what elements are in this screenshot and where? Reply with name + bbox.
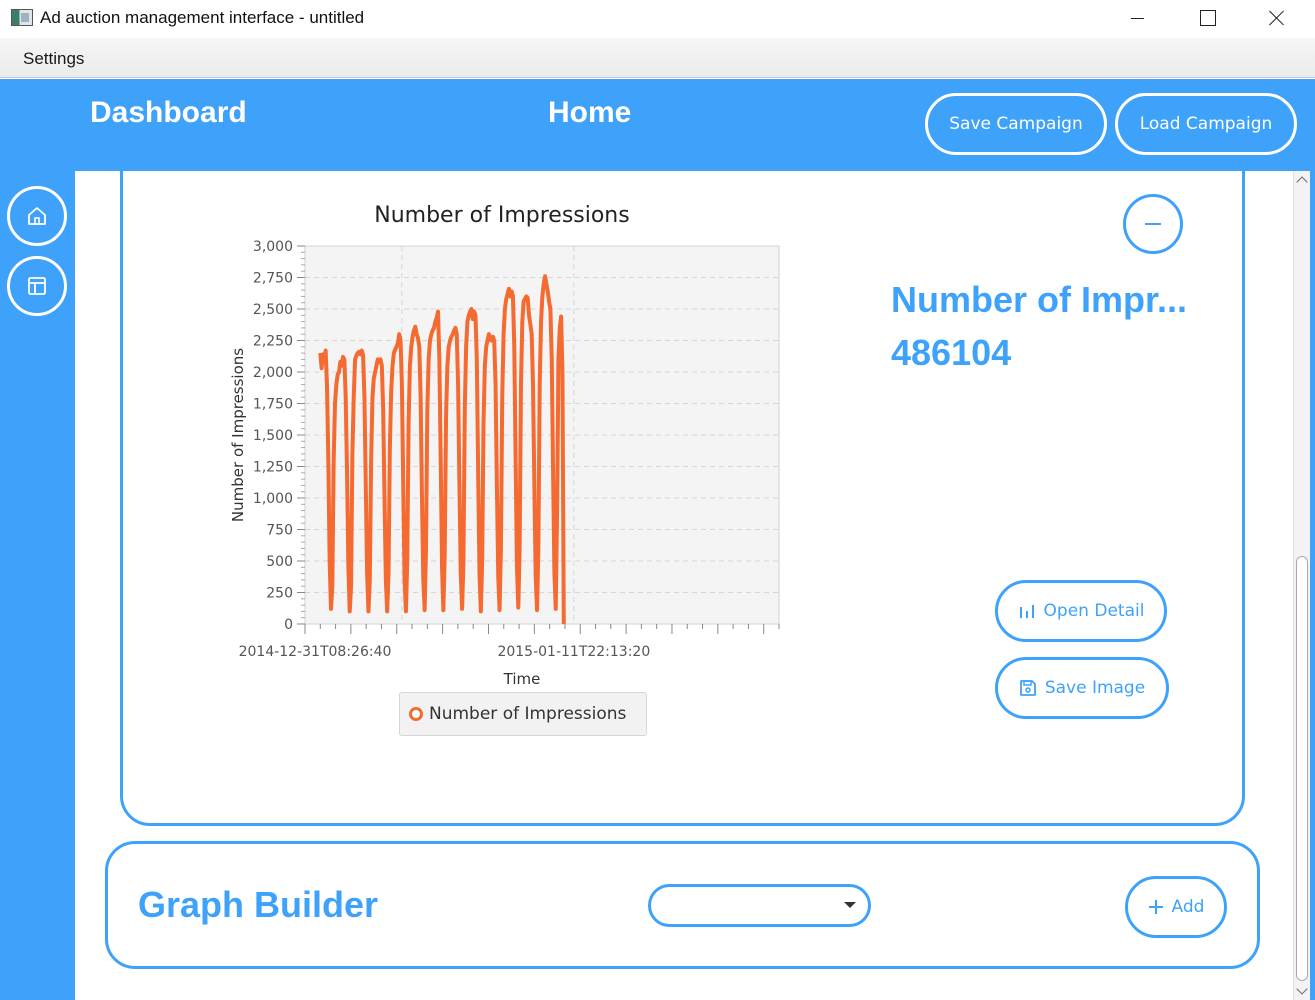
vertical-scrollbar[interactable] <box>1293 171 1310 1000</box>
sidebar-layout-button[interactable] <box>7 256 67 316</box>
y-tick-label: 2,750 <box>253 271 293 287</box>
y-tick-label: 1,500 <box>253 428 293 444</box>
graph-builder-title: Graph Builder <box>138 884 379 925</box>
impressions-chart: Number of Impressions 0 250 500 750 1,000 1,25… <box>229 203 780 684</box>
add-graph-button[interactable]: Add <box>1125 876 1227 938</box>
y-tick-label: 2,000 <box>253 365 293 381</box>
maximize-button[interactable] <box>1172 0 1242 38</box>
collapse-button[interactable] <box>1123 194 1183 254</box>
sidebar-home-button[interactable] <box>7 186 67 246</box>
metric-card: Number of Impressions 0 250 500 750 1,000 1,25… <box>120 171 1245 826</box>
add-label: Add <box>1171 897 1205 917</box>
home-icon <box>28 207 46 225</box>
y-tick-label: 3,000 <box>253 239 293 255</box>
menu-bar: Settings <box>0 38 1315 78</box>
legend-marker <box>409 707 423 721</box>
y-tick-label: 1,750 <box>253 397 293 413</box>
open-detail-label: Open Detail <box>1043 601 1145 621</box>
y-tick-label: 250 <box>266 586 293 602</box>
scroll-down-arrow[interactable] <box>1294 984 1311 998</box>
dashboard-title: Dashboard <box>90 96 247 129</box>
floppy-disk-icon <box>1019 680 1036 696</box>
y-tick-label: 2,250 <box>253 334 293 350</box>
app-header: Dashboard Home Save Campaign Load Campai… <box>0 79 1315 171</box>
legend-label: Number of Impressions <box>429 704 627 724</box>
y-tick-label: 750 <box>266 523 293 539</box>
close-button[interactable] <box>1242 0 1312 38</box>
x-tick-label: 2015-01-11T22:13:20 <box>497 644 650 660</box>
stat-value: 486104 <box>891 332 1012 373</box>
bar-chart-icon <box>1019 605 1034 618</box>
graph-type-select[interactable] <box>648 884 871 927</box>
graph-builder-card: Graph Builder Add <box>105 841 1260 969</box>
save-image-button[interactable]: Save Image <box>995 657 1169 719</box>
minus-icon <box>1145 223 1161 225</box>
chart-title: Number of Impressions <box>374 203 629 228</box>
open-detail-button[interactable]: Open Detail <box>995 580 1167 642</box>
minimize-button[interactable] <box>1102 0 1172 38</box>
chevron-down-icon <box>844 902 856 908</box>
save-campaign-button[interactable]: Save Campaign <box>925 93 1107 155</box>
plus-icon <box>1148 900 1163 914</box>
chart-legend: Number of Impressions <box>399 692 647 736</box>
y-tick-label: 2,500 <box>253 302 293 318</box>
menu-settings[interactable]: Settings <box>23 49 84 69</box>
window-title-bar: Ad auction management interface - untitl… <box>0 0 1315 38</box>
sidebar <box>0 171 75 1000</box>
y-tick-label: 0 <box>284 617 293 633</box>
app-icon <box>11 9 33 26</box>
save-image-label: Save Image <box>1044 678 1146 698</box>
x-axis-label: Time <box>503 670 541 684</box>
y-tick-label: 1,000 <box>253 491 293 507</box>
window-title: Ad auction management interface - untitl… <box>40 8 365 27</box>
x-tick-label: 2014-12-31T08:26:40 <box>239 644 392 660</box>
y-tick-label: 1,250 <box>253 460 293 476</box>
stat-label: Number of Impr... <box>891 279 1188 320</box>
main-content: Number of Impressions 0 250 500 750 1,000 1,25… <box>75 171 1293 1000</box>
scroll-up-arrow[interactable] <box>1294 173 1311 187</box>
y-tick-label: 500 <box>266 554 293 570</box>
y-axis-label: Number of Impressions <box>229 348 247 522</box>
load-campaign-button[interactable]: Load Campaign <box>1115 93 1297 155</box>
page-title: Home <box>548 96 632 129</box>
layout-icon <box>28 277 46 295</box>
window-edge <box>1310 171 1315 1000</box>
scroll-thumb[interactable] <box>1296 556 1308 981</box>
